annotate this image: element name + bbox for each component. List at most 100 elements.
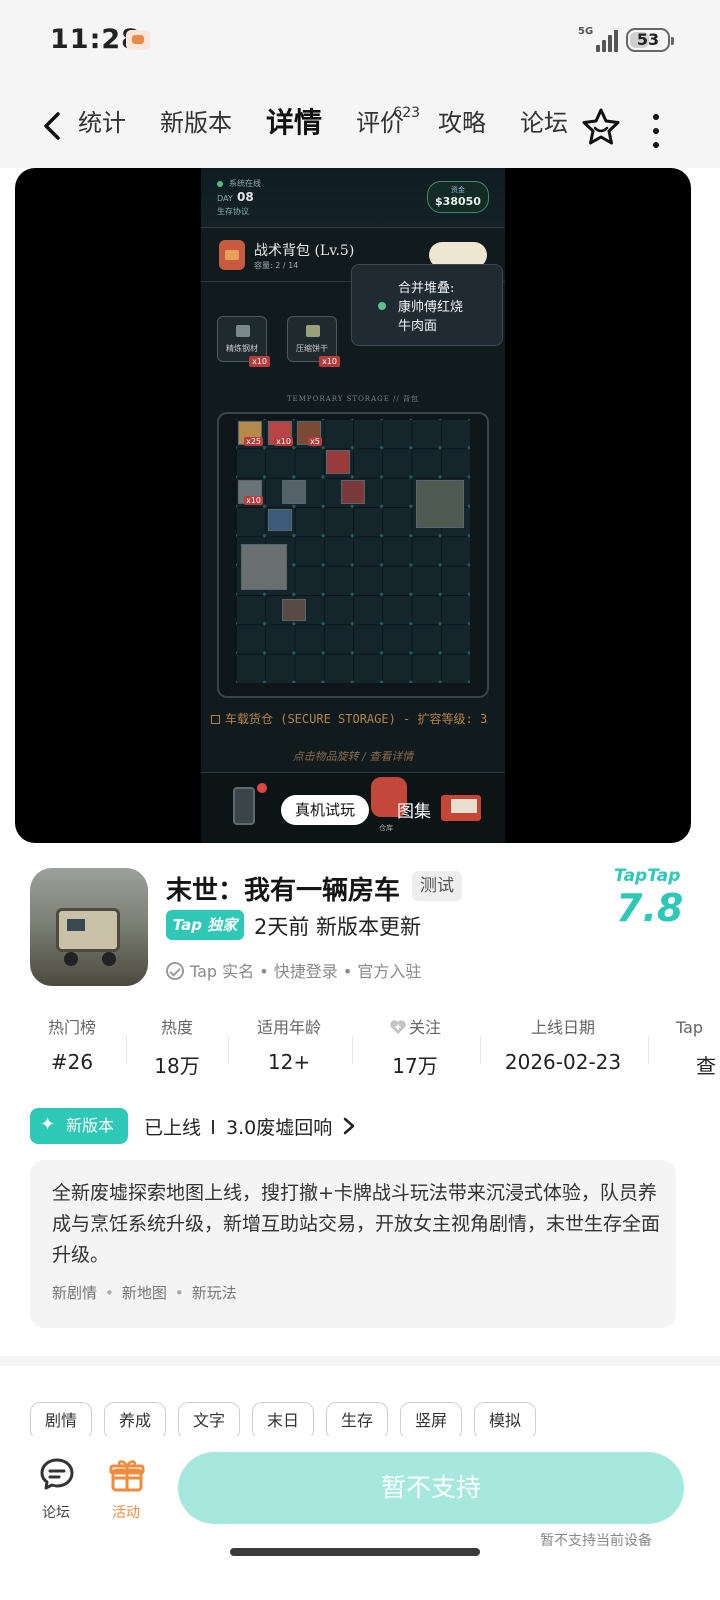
grid-item-qty: x25	[244, 437, 263, 446]
check-circle-icon	[166, 962, 184, 980]
storage-grid: x25 x10 x5 x10	[217, 412, 489, 698]
item-slot: 精炼钢材 x10	[217, 316, 270, 367]
item-qty: x10	[319, 356, 340, 367]
tag-chip[interactable]: 剧情	[30, 1402, 92, 1440]
online-dot-icon	[217, 181, 223, 187]
chevron-right-icon[interactable]	[340, 1116, 358, 1136]
tab-new-version[interactable]: 新版本	[160, 106, 232, 150]
storage-grid-cells: x25 x10 x5 x10	[236, 419, 470, 683]
signal-icon	[596, 28, 618, 52]
tag-chip[interactable]: 养成	[104, 1402, 166, 1440]
verification-text: Tap 实名 • 快捷登录 • 官方入驻	[190, 962, 422, 981]
version-description: 全新废墟探索地图上线，搜打撤+卡牌战斗玩法带来沉浸式体验，队员养成与烹饪系统升级…	[52, 1182, 661, 1266]
truck-icon	[441, 795, 481, 821]
stat-release-date: 上线日期 2026-02-23	[500, 1016, 626, 1074]
game-screenshot: 系统在线 DAY 08 生存协议 资金 $38050 战术背包 (Lv.5) 容…	[201, 168, 505, 843]
tap-exclusive-badge: Tap 独家	[166, 910, 244, 940]
backpack-title: 战术背包 (Lv.5)	[254, 243, 355, 259]
version-description-card[interactable]: 全新废墟探索地图上线，搜打撤+卡牌战斗玩法带来沉浸式体验，队员养成与烹饪系统升级…	[30, 1160, 676, 1328]
tab-forum[interactable]: 论坛	[520, 106, 568, 150]
sparkle-icon: ✦	[40, 1114, 56, 1135]
temporary-storage-label: TEMPORARY STORAGE // 背包	[286, 395, 420, 403]
backpack-icon	[219, 240, 245, 270]
divider	[126, 1036, 127, 1064]
divider	[352, 1036, 353, 1064]
money-badge: 资金 $38050	[427, 181, 489, 213]
grid-item-qty: x10	[244, 496, 263, 505]
tag-chip[interactable]: 文字	[178, 1402, 240, 1440]
grid-item-qty: x10	[274, 437, 293, 446]
backpack-capacity: 容量: 2 / 14	[254, 261, 299, 270]
forum-chat-icon[interactable]	[38, 1456, 76, 1494]
grid-item-qty: x5	[308, 437, 322, 446]
network-type: 5G	[578, 26, 594, 37]
stat-tap[interactable]: Tap 查	[676, 1016, 720, 1079]
gift-icon[interactable]	[108, 1456, 146, 1494]
grid-item: x10	[268, 421, 293, 446]
tab-reviews[interactable]: 评价 623	[356, 105, 420, 150]
media-gallery[interactable]: 系统在线 DAY 08 生存协议 资金 $38050 战术背包 (Lv.5) 容…	[15, 168, 691, 843]
grid-item	[241, 544, 287, 590]
divider	[212, 1120, 214, 1134]
status-bar: 11:28 5G 53	[0, 0, 720, 84]
secure-storage-label: 车载货仓 (SECURE STORAGE) - 扩容等级: 3	[211, 710, 501, 728]
phone-icon	[233, 787, 255, 825]
grid-item	[341, 480, 365, 504]
divider	[228, 1036, 229, 1064]
version-title-link[interactable]: 3.0废墟回响	[226, 1113, 332, 1140]
tag-chip[interactable]: 模拟	[474, 1402, 536, 1440]
divider	[480, 1036, 481, 1064]
top-navigation: 统计 新版本 详情 评价 623 攻略 论坛	[0, 84, 720, 168]
bottom-action-bar: 论坛 活动 暂不支持 暂不支持当前设备	[0, 1436, 720, 1600]
day-value: 08	[237, 190, 254, 204]
version-tag: 新玩法	[167, 1284, 237, 1302]
tab-bar: 统计 新版本 详情 评价 623 攻略 论坛	[78, 105, 602, 150]
stat-age-rating[interactable]: 适用年龄 12+	[246, 1016, 332, 1074]
tag-chip[interactable]: 生存	[326, 1402, 388, 1440]
stat-label: Tap	[676, 1018, 704, 1037]
gallery-button[interactable]: 图集	[397, 797, 431, 822]
grid-item	[416, 480, 464, 528]
unsupported-button[interactable]: 暂不支持	[178, 1452, 684, 1524]
steel-icon	[236, 325, 250, 337]
money-value: $38050	[435, 195, 481, 208]
version-tag: 新地图	[97, 1284, 167, 1302]
verification-info: Tap 实名 • 快捷登录 • 官方入驻	[166, 958, 421, 982]
grid-item: x10	[238, 480, 263, 505]
tab-guides[interactable]: 攻略	[438, 106, 486, 150]
battery-level: 53	[636, 30, 660, 49]
real-device-trial-button[interactable]: 真机试玩	[281, 795, 369, 825]
notification-app-icon	[126, 30, 150, 50]
tab-stats[interactable]: 统计	[78, 106, 126, 150]
tag-chip[interactable]: 竖屏	[400, 1402, 462, 1440]
notification-dot	[257, 783, 267, 793]
section-divider	[0, 1356, 720, 1366]
stat-ranking[interactable]: 热门榜 #26	[34, 1016, 110, 1074]
back-arrow-icon[interactable]	[34, 106, 74, 146]
home-indicator[interactable]	[230, 1548, 480, 1556]
item-name: 精炼钢材	[226, 344, 258, 353]
money-label: 资金	[451, 186, 465, 194]
day-label: DAY	[217, 194, 233, 203]
item-qty: x10	[249, 356, 270, 367]
grid-item: x25	[238, 421, 263, 446]
app-icon	[30, 868, 148, 986]
stat-label: 热度	[160, 1018, 193, 1037]
tooltip-text: 合并堆叠: 康帅傅红烧 牛肉面	[398, 281, 464, 334]
more-options-icon[interactable]	[650, 110, 662, 148]
forum-label[interactable]: 论坛	[42, 1502, 70, 1522]
stat-label: 关注	[370, 1016, 460, 1040]
stat-popularity: 热度 18万	[142, 1016, 212, 1079]
stat-value: #26	[50, 1050, 94, 1074]
stat-value: 18万	[154, 1054, 200, 1078]
rv-illustration	[56, 908, 120, 952]
stat-followers[interactable]: 关注 17万	[370, 1016, 460, 1079]
grid-item: x5	[297, 421, 322, 446]
favorite-star-icon[interactable]	[580, 106, 622, 148]
tab-details[interactable]: 详情	[266, 106, 323, 150]
rating-score[interactable]: 7.8	[616, 886, 683, 930]
grid-item	[268, 509, 292, 531]
interaction-hint: 点击物品旋转 / 查看详情	[292, 750, 414, 763]
activity-label[interactable]: 活动	[112, 1502, 140, 1522]
tag-chip[interactable]: 末日	[252, 1402, 314, 1440]
